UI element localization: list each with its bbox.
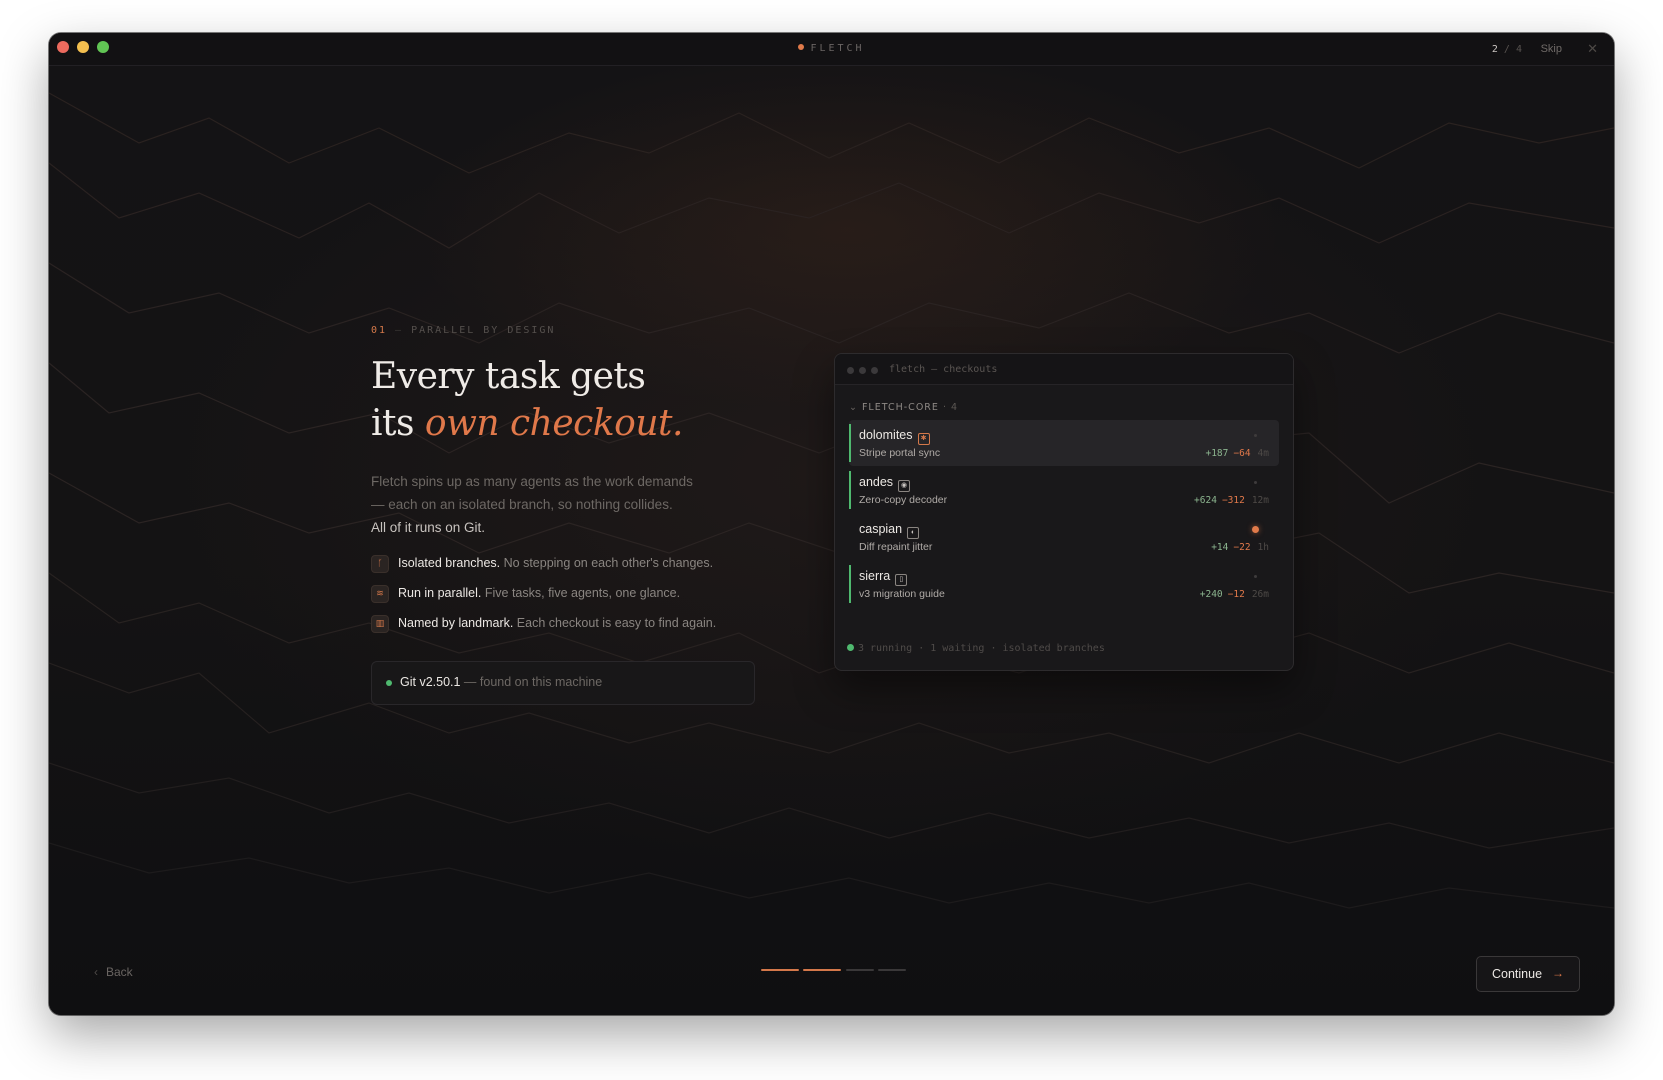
window-dot-icon	[871, 367, 878, 374]
status-dot-icon	[1254, 434, 1257, 437]
intro-paragraph: Fletch spins up as many agents as the wo…	[371, 474, 693, 535]
active-indicator	[849, 471, 851, 509]
waiting-status-dot-icon	[1252, 526, 1259, 533]
page-title: Every task gets its own checkout.	[371, 356, 683, 444]
running-dot-icon	[847, 644, 854, 651]
active-indicator	[849, 424, 851, 462]
layers-icon: ≋	[371, 585, 389, 603]
checkout-row: andes ◉ Zero-copy decoder +624 −312 12m	[849, 467, 1279, 513]
progress-segment	[803, 969, 841, 971]
back-button[interactable]: ‹ Back	[94, 965, 133, 979]
background-contour-lines	[49, 92, 1614, 909]
checkouts-preview-panel: fletch — checkouts ⌄ FLETCH-CORE · 4 dolo…	[834, 353, 1294, 671]
active-indicator	[849, 565, 851, 603]
status-dot-icon	[1254, 575, 1257, 578]
checkout-row: sierra ▯ v3 migration guide +240 −12 26m	[849, 561, 1279, 607]
agent-icon: ◉	[898, 480, 911, 492]
progress-segment	[761, 969, 799, 971]
continue-button[interactable]: Continue →	[1476, 956, 1580, 992]
app-logo-dot-icon	[798, 44, 805, 50]
app-title: FLETCH	[49, 43, 1614, 54]
repo-group-header: ⌄ FLETCH-CORE · 4	[849, 402, 959, 413]
title-bar: FLETCH 2 / 4 Skip ✕	[49, 33, 1614, 66]
preview-title-bar: fletch — checkouts	[835, 354, 1293, 385]
agent-icon: ▯	[895, 574, 908, 586]
skip-button[interactable]: Skip	[1541, 43, 1562, 55]
checkout-row: dolomites ✱ Stripe portal sync +187 −64 4m	[849, 420, 1279, 466]
chevron-left-icon: ‹	[94, 965, 98, 979]
preview-status-footer: 3 running · 1 waiting · isolated branche…	[847, 643, 1105, 654]
onboarding-window: FLETCH 2 / 4 Skip ✕ 01— PARALLEL BY DESIG…	[49, 33, 1614, 1015]
status-dot-icon	[1254, 481, 1257, 484]
window-dot-icon	[847, 367, 854, 374]
agent-icon: ◐	[907, 527, 920, 539]
window-dot-icon	[859, 367, 866, 374]
map-icon: ▥	[371, 615, 389, 633]
chevron-down-icon: ⌄	[849, 402, 858, 413]
branch-icon: ᚴ	[371, 555, 389, 573]
progress-segment	[878, 969, 906, 971]
git-status-card: Git v2.50.1 — found on this machine	[371, 661, 755, 705]
progress-segment	[846, 969, 874, 971]
step-indicator: 2 / 4	[1491, 44, 1522, 55]
close-icon[interactable]: ✕	[1587, 41, 1598, 57]
agent-icon: ✱	[917, 433, 930, 445]
checkout-row: caspian ◐ Diff repaint jitter +14 −22 1h	[859, 522, 1269, 553]
arrow-right-icon: →	[1552, 966, 1564, 980]
section-eyebrow: 01— PARALLEL BY DESIGN	[371, 325, 556, 336]
status-dot-icon	[386, 680, 392, 686]
